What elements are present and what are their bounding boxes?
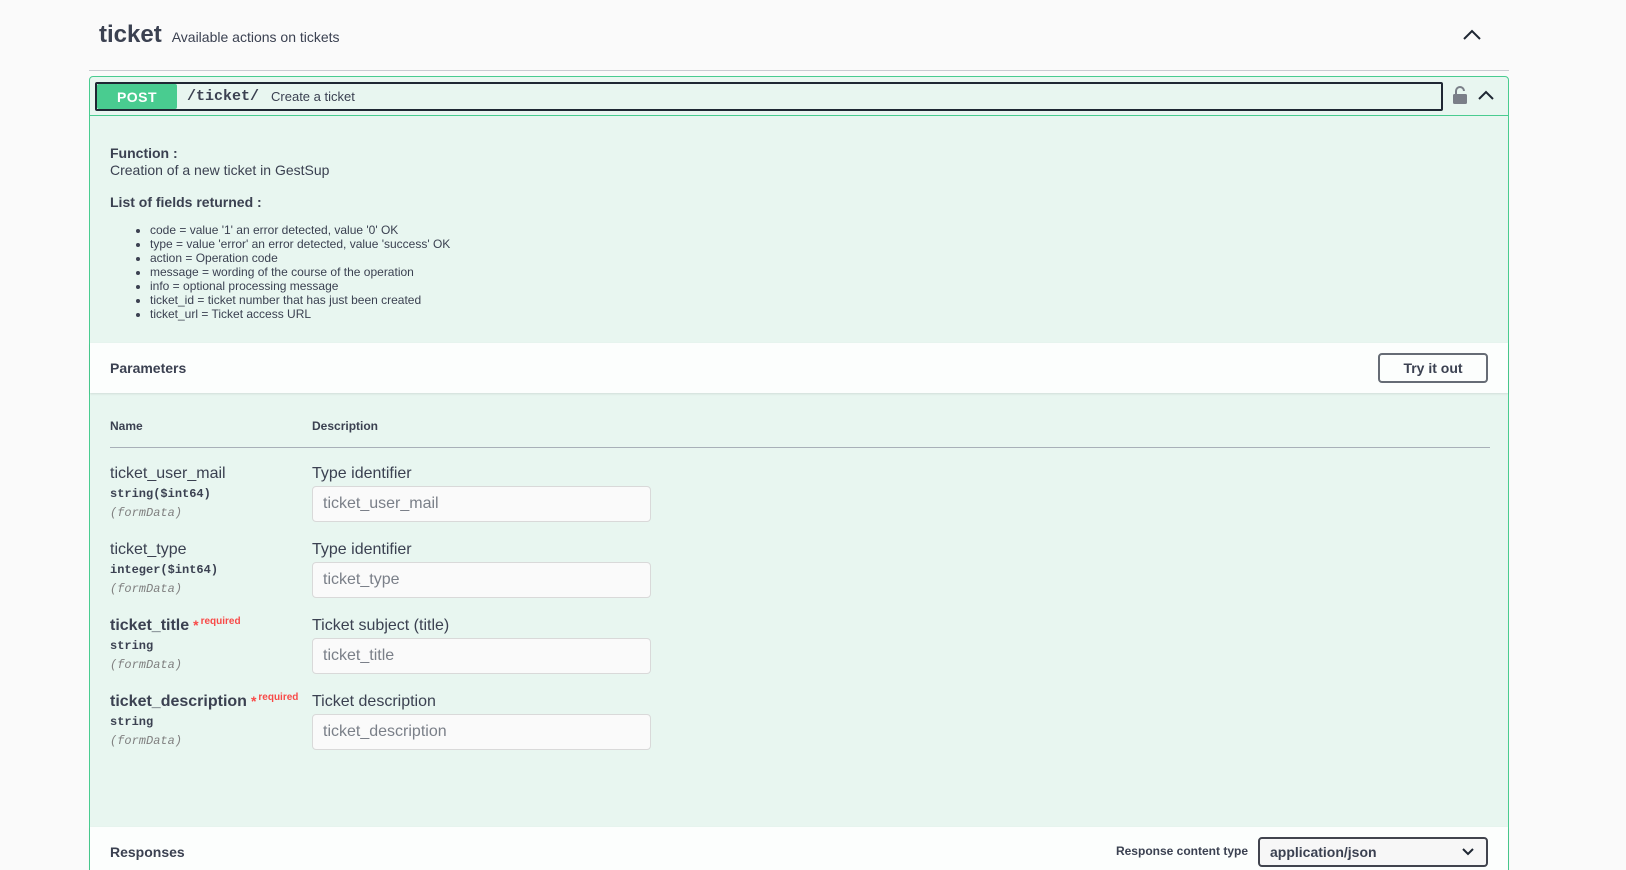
method-badge: POST [97, 84, 177, 109]
param-location: (formData) [110, 506, 183, 520]
param-description: Ticket description [312, 693, 436, 710]
param-description: Type identifier [312, 541, 412, 558]
param-type-name: string [110, 487, 154, 501]
list-item: info = optional processing message [150, 279, 1490, 293]
fields-heading: List of fields returned : [110, 194, 262, 210]
param-name: ticket_type [110, 541, 187, 558]
list-item: ticket_url = Ticket access URL [150, 307, 1490, 321]
operation-description: Function : Creation of a new ticket in G… [110, 145, 1490, 321]
try-it-out-button[interactable]: Try it out [1378, 353, 1488, 383]
param-format: ($int64) [153, 487, 211, 501]
list-item: ticket_id = ticket number that has just … [150, 293, 1490, 307]
table-row: ticket_description * required string (form… [110, 692, 1490, 769]
param-name-required: ticket_title * required [110, 616, 241, 635]
function-text: Creation of a new ticket in GestSup [110, 162, 330, 178]
param-name: ticket_title [110, 617, 190, 634]
swagger-page: ticket Available actions on tickets POST… [0, 0, 1626, 870]
lock-icon[interactable] [1452, 85, 1468, 105]
parameters-header: Parameters Try it out [90, 343, 1508, 393]
param-type: integer($int64) [110, 563, 218, 577]
chevron-up-icon[interactable] [1476, 87, 1496, 103]
param-location: (formData) [110, 582, 183, 596]
post-opblock: POST /ticket/ Create a ticket Function :… [89, 76, 1509, 870]
chevron-up-icon[interactable] [1461, 26, 1483, 42]
function-label: Function : [110, 145, 178, 161]
param-type-name: string [110, 639, 154, 653]
ticket-user-mail-input[interactable] [312, 486, 651, 522]
list-item: type = value 'error' an error detected, … [150, 237, 1490, 251]
tag-section-header[interactable]: ticket Available actions on tickets [89, 0, 1509, 71]
param-type: string [110, 715, 153, 729]
list-item: message = wording of the course of the o… [150, 265, 1490, 279]
responses-header: Responses Response content type applicat… [90, 827, 1508, 870]
list-item: code = value '1' an error detected, valu… [150, 223, 1490, 237]
param-type: string($int64) [110, 487, 211, 501]
response-content-type-select[interactable]: application/json [1258, 837, 1488, 867]
tag-name: ticket [99, 21, 162, 48]
table-row: ticket_type integer($int64) (formData) T… [110, 541, 1490, 617]
param-name: ticket_user_mail [110, 465, 226, 482]
required-label: required [200, 616, 241, 627]
required-star: * [193, 617, 199, 633]
param-location: (formData) [110, 658, 183, 672]
list-item: action = Operation code [150, 251, 1490, 265]
opblock-summary-control[interactable]: POST /ticket/ Create a ticket [95, 82, 1443, 111]
table-row: ticket_title * required string (formData) … [110, 616, 1490, 693]
table-row: ticket_user_mail string($int64) (formDat… [110, 465, 1490, 541]
column-header-name: Name [110, 419, 143, 433]
selected-content-type: application/json [1270, 844, 1377, 860]
param-description: Type identifier [312, 465, 412, 482]
param-location: (formData) [110, 734, 183, 748]
param-type: string [110, 639, 153, 653]
required-label: required [258, 692, 299, 703]
param-format: ($int64) [160, 563, 219, 577]
ticket-type-input[interactable] [312, 562, 651, 598]
operation-path: /ticket/ [187, 88, 260, 105]
param-description: Ticket subject (title) [312, 617, 450, 634]
param-name-required: ticket_description * required [110, 692, 299, 711]
param-type-name: string [110, 715, 154, 729]
parameters-title: Parameters [110, 360, 187, 376]
response-content-type-label: Response content type [1115, 844, 1248, 858]
chevron-down-icon [1462, 848, 1474, 856]
ticket-title-input[interactable] [312, 638, 651, 674]
header-divider [110, 447, 1490, 448]
required-star: * [250, 693, 257, 709]
operation-summary: Create a ticket [271, 89, 355, 104]
param-type-name: integer [110, 563, 161, 577]
tag-description: Available actions on tickets [171, 29, 340, 45]
column-header-description: Description [312, 419, 379, 433]
fields-list: code = value '1' an error detected, valu… [150, 223, 1490, 321]
ticket-description-input[interactable] [312, 714, 651, 750]
opblock-summary[interactable]: POST /ticket/ Create a ticket [90, 77, 1508, 116]
responses-title: Responses [110, 844, 185, 860]
param-name: ticket_description [110, 693, 247, 710]
